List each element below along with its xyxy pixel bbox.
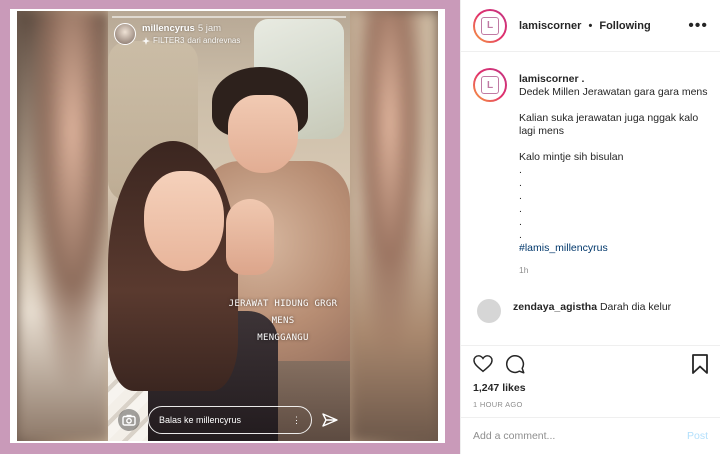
comment-row: zendaya_agistha Darah dia kelur: [473, 299, 708, 323]
comment-icon[interactable]: [505, 354, 525, 374]
caption-row: L lamiscorner . Dedek Millen Jerawatan g…: [473, 68, 708, 277]
commenter-avatar[interactable]: [477, 299, 501, 323]
more-options-icon[interactable]: •••: [688, 17, 708, 35]
comment-text: Darah dia kelur: [599, 301, 672, 313]
caption-time: 1h: [519, 265, 529, 275]
hashtag-link[interactable]: #lamis_millencyrus: [519, 242, 708, 255]
caption-line: Dedek Millen Jerawatan gara gara mens: [519, 86, 708, 98]
caption-line: .: [519, 164, 522, 176]
send-icon[interactable]: [320, 410, 340, 430]
filter-icon: [142, 36, 150, 45]
account-avatar[interactable]: L: [473, 8, 507, 43]
caption-line: .: [519, 216, 522, 228]
blurred-background-left: [17, 11, 109, 441]
filter-author: dari andrevnas: [187, 36, 241, 45]
comments-section[interactable]: L lamiscorner . Dedek Millen Jerawatan g…: [461, 52, 720, 345]
commenter-username[interactable]: zendaya_agistha: [513, 301, 597, 313]
man-face: [228, 95, 298, 173]
story-time: 5 jam: [197, 23, 222, 34]
peace-sign-hand: [226, 199, 274, 275]
add-comment-bar: Post: [461, 417, 720, 454]
caption-line: .: [519, 203, 522, 215]
story-text-overlay: JERAWAT HIDUNG GRGR MENS MENGGANGU: [218, 296, 348, 347]
more-vertical-icon[interactable]: ⋮: [292, 415, 301, 426]
story-progress-bar: [112, 16, 346, 18]
caption-line: .: [519, 190, 522, 202]
story-avatar[interactable]: [114, 23, 136, 45]
woman-face: [144, 171, 224, 271]
caption-line: .: [519, 229, 522, 241]
header-separator: •: [588, 19, 593, 32]
story-reply-bar: Balas ke millencyrus ⋮: [108, 399, 350, 441]
story-reply-input[interactable]: Balas ke millencyrus ⋮: [148, 406, 312, 434]
following-button[interactable]: Following: [599, 20, 650, 32]
post-media-area: millencyrus 5 jam FILTER3 dari andrevnas …: [0, 0, 460, 454]
likes-count[interactable]: 1,247 likes: [473, 382, 708, 394]
bookmark-icon[interactable]: [692, 354, 708, 374]
story-username[interactable]: millencyrus 5 jam: [142, 23, 240, 34]
camera-icon[interactable]: [118, 409, 140, 431]
story-text-line: MENGGANGU: [257, 333, 309, 343]
story-filter-info: FILTER3 dari andrevnas: [142, 36, 240, 45]
lamis-logo-icon: L: [481, 16, 499, 35]
story-text-line: JERAWAT HIDUNG GRGR MENS: [228, 299, 338, 326]
post-header: L lamiscorner • Following •••: [461, 0, 720, 52]
filter-name: FILTER3: [153, 36, 185, 45]
lamis-logo-icon: L: [481, 76, 499, 94]
post-button[interactable]: Post: [687, 430, 708, 442]
post-side-panel: L lamiscorner • Following ••• L lamiscor…: [460, 0, 720, 454]
caption-line: .: [519, 177, 522, 189]
post-timestamp: 1 HOUR AGO: [473, 400, 523, 409]
comment-input[interactable]: [473, 430, 687, 442]
heart-icon[interactable]: [473, 355, 493, 373]
post-photo[interactable]: millencyrus 5 jam FILTER3 dari andrevnas …: [17, 11, 438, 441]
header-username[interactable]: lamiscorner: [519, 20, 581, 32]
caption-avatar[interactable]: L: [473, 68, 507, 102]
story-header: millencyrus 5 jam FILTER3 dari andrevnas: [114, 23, 240, 45]
caption-text: lamiscorner . Dedek Millen Jerawatan gar…: [519, 68, 708, 277]
caption-line: Kalo mintje sih bisulan: [519, 151, 624, 163]
post-actions: 1,247 likes 1 HOUR AGO: [461, 345, 720, 409]
caption-line: Kalian suka jerawatan juga nggak kalo la…: [519, 112, 699, 137]
story-screenshot: millencyrus 5 jam FILTER3 dari andrevnas …: [108, 11, 350, 441]
caption-username[interactable]: lamiscorner .: [519, 73, 708, 86]
blurred-background-right: [350, 11, 438, 441]
